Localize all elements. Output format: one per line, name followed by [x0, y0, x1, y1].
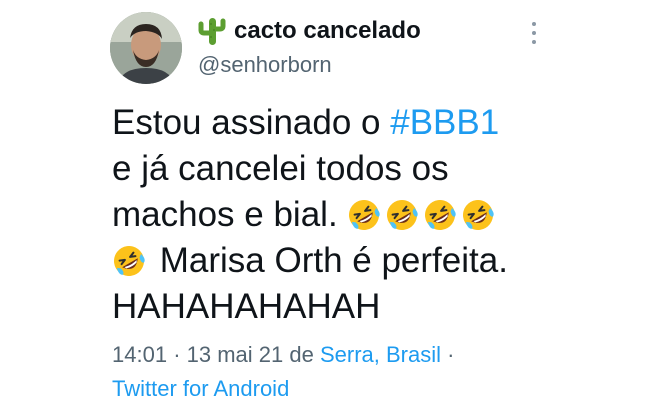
tweet-line-2: e já cancelei todos os	[112, 149, 449, 188]
more-options-icon[interactable]	[528, 22, 540, 44]
tweet-line-1: Estou assinado o #BBB1	[112, 100, 652, 146]
tweet-text-part: Marisa Orth é perfeita.	[159, 241, 508, 280]
tweet-metadata: 14:01 · 13 mai 21 de Serra, Brasil ·	[112, 340, 454, 370]
avatar[interactable]	[110, 12, 182, 84]
rofl-emoji-icon	[385, 198, 419, 232]
tweet-source-link[interactable]: Twitter for Android	[112, 374, 289, 404]
author-handle[interactable]: @senhorborn	[198, 52, 332, 78]
author-display-name[interactable]: cacto cancelado	[234, 17, 421, 45]
rofl-emoji-icon	[112, 244, 146, 278]
tweet-text-part: machos e bial.	[112, 195, 338, 234]
tweet-location-link[interactable]: Serra, Brasil	[320, 342, 441, 367]
hashtag-link[interactable]: #BBB1	[390, 103, 499, 142]
tweet-line-4: Marisa Orth é perfeita.	[112, 238, 652, 284]
tweet-text: Estou assinado o #BBB1 e já cancelei tod…	[112, 100, 652, 330]
cactus-icon	[198, 15, 226, 47]
tweet-date[interactable]: 13 mai 21 de	[187, 342, 314, 367]
tweet-time[interactable]: 14:01	[112, 342, 167, 367]
separator-dot: ·	[173, 342, 181, 367]
tweet: cacto cancelado @senhorborn Estou assina…	[0, 0, 662, 420]
author-name-row[interactable]: cacto cancelado	[198, 14, 421, 48]
tweet-line-3: machos e bial.	[112, 192, 652, 238]
rofl-emoji-icon	[461, 198, 495, 232]
tweet-text-part: Estou assinado o	[112, 103, 391, 142]
rofl-emoji-icon	[347, 198, 381, 232]
separator-dot: ·	[447, 342, 455, 367]
tweet-line-5: HAHAHAHAHAH	[112, 287, 381, 326]
rofl-emoji-icon	[423, 198, 457, 232]
